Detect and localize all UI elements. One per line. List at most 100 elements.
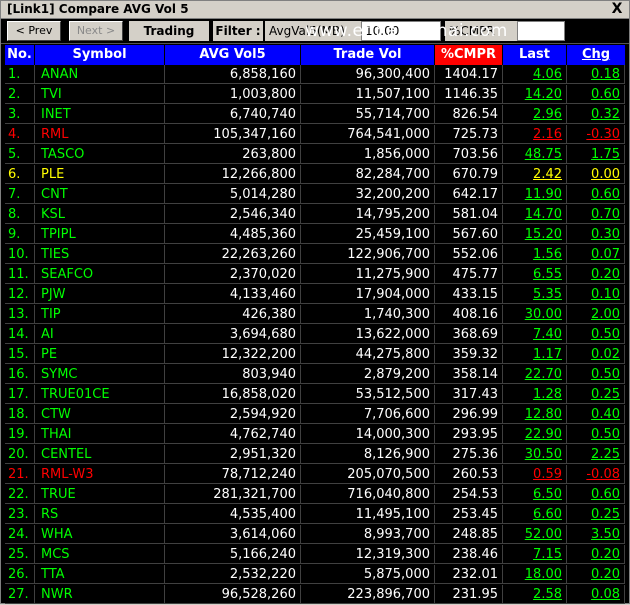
symbol-link[interactable]: KSL — [35, 205, 165, 224]
symbol-link[interactable]: SEAFCO — [35, 265, 165, 284]
table-row[interactable]: 15. PE 12,322,200 44,275,800 359.32 1.17 0.02 — [5, 345, 625, 365]
table-row[interactable]: 23. RS 4,535,400 11,495,100 253.45 6.60 0.25 — [5, 505, 625, 525]
symbol-link[interactable]: RS — [35, 505, 165, 524]
table-row[interactable]: 19. THAI 4,762,740 14,000,300 293.95 22.90 0.5… — [5, 425, 625, 445]
change-link[interactable]: 0.40 — [567, 405, 625, 424]
last-price-link[interactable]: 0.59 — [503, 465, 567, 484]
table-row[interactable]: 18. CTW 2,594,920 7,706,600 296.99 12.80 0.40 — [5, 405, 625, 425]
change-link[interactable]: 0.20 — [567, 565, 625, 584]
symbol-link[interactable]: ANAN — [35, 65, 165, 84]
change-link[interactable]: 0.60 — [567, 185, 625, 204]
symbol-link[interactable]: TVI — [35, 85, 165, 104]
change-link[interactable]: 0.70 — [567, 205, 625, 224]
symbol-link[interactable]: PE — [35, 345, 165, 364]
table-row[interactable]: 17. TRUE01CE 16,858,020 53,512,500 317.43 1.2… — [5, 385, 625, 405]
last-price-link[interactable]: 52.00 — [503, 525, 567, 544]
change-link[interactable]: 0.50 — [567, 365, 625, 384]
symbol-link[interactable]: RML — [35, 125, 165, 144]
table-row[interactable]: 4. RML 105,347,160 764,541,000 725.73 2.16 -0.… — [5, 125, 625, 145]
table-row[interactable]: 10. TIES 22,263,260 122,906,700 552.06 1.56 0.… — [5, 245, 625, 265]
table-row[interactable]: 8. KSL 2,546,340 14,795,200 581.04 14.70 0.70 — [5, 205, 625, 225]
change-link[interactable]: 0.60 — [567, 485, 625, 504]
last-price-link[interactable]: 6.50 — [503, 485, 567, 504]
table-row[interactable]: 7. CNT 5,014,280 32,200,200 642.17 11.90 0.60 — [5, 185, 625, 205]
table-row[interactable]: 21. RML-W3 78,712,240 205,070,500 260.53 0.59… — [5, 465, 625, 485]
symbol-link[interactable]: MCS — [35, 545, 165, 564]
change-link[interactable]: 2.00 — [567, 305, 625, 324]
last-price-link[interactable]: 22.90 — [503, 425, 567, 444]
last-price-link[interactable]: 1.17 — [503, 345, 567, 364]
close-icon[interactable]: X — [609, 1, 625, 17]
change-link[interactable]: 0.02 — [567, 345, 625, 364]
last-price-link[interactable]: 7.15 — [503, 545, 567, 564]
table-row[interactable]: 14. AI 3,694,680 13,622,000 368.69 7.40 0.50 — [5, 325, 625, 345]
symbol-link[interactable]: TASCO — [35, 145, 165, 164]
change-link[interactable]: 1.75 — [567, 145, 625, 164]
change-link[interactable]: 0.18 — [567, 65, 625, 84]
change-link[interactable]: 0.50 — [567, 425, 625, 444]
last-price-link[interactable]: 12.80 — [503, 405, 567, 424]
table-row[interactable]: 6. PLE 12,266,800 82,284,700 670.79 2.42 0.00 — [5, 165, 625, 185]
col-header-trade-vol[interactable]: Trade Vol — [301, 45, 434, 65]
table-row[interactable]: 22. TRUE 281,321,700 716,040,800 254.53 6.50 0… — [5, 485, 625, 505]
change-link[interactable]: 0.30 — [567, 225, 625, 244]
change-link[interactable]: 0.07 — [567, 245, 625, 264]
last-price-link[interactable]: 14.20 — [503, 85, 567, 104]
col-header-avg-vol5[interactable]: AVG Vol5 — [165, 45, 300, 65]
table-row[interactable]: 20. CENTEL 2,951,320 8,126,900 275.36 30.50 2.… — [5, 445, 625, 465]
table-row[interactable]: 25. MCS 5,166,240 12,319,300 238.46 7.15 0.20 — [5, 545, 625, 565]
last-price-link[interactable]: 11.90 — [503, 185, 567, 204]
change-link[interactable]: 0.10 — [567, 285, 625, 304]
change-link[interactable]: 0.60 — [567, 85, 625, 104]
change-link[interactable]: 0.25 — [567, 385, 625, 404]
table-row[interactable]: 1. ANAN 6,858,160 96,300,400 1404.17 4.06 0.18 — [5, 65, 625, 85]
cmpr-filter-input[interactable] — [517, 21, 565, 41]
table-row[interactable]: 24. WHA 3,614,060 8,993,700 248.85 52.00 3.50 — [5, 525, 625, 545]
trading-day-label[interactable]: Trading Day — [129, 21, 209, 58]
symbol-link[interactable]: CNT — [35, 185, 165, 204]
last-price-link[interactable]: 48.75 — [503, 145, 567, 164]
last-price-link[interactable]: 7.40 — [503, 325, 567, 344]
table-row[interactable]: 3. INET 6,740,740 55,714,700 826.54 2.96 0.32 — [5, 105, 625, 125]
col-header-cmpr[interactable]: %CMPR — [435, 45, 502, 65]
table-row[interactable]: 5. TASCO 263,800 1,856,000 703.56 48.75 1.75 — [5, 145, 625, 165]
last-price-link[interactable]: 2.42 — [503, 165, 567, 184]
symbol-link[interactable]: TIP — [35, 305, 165, 324]
next-button[interactable]: Next > — [69, 21, 123, 41]
change-link[interactable]: 0.08 — [567, 585, 625, 604]
last-price-link[interactable]: 2.16 — [503, 125, 567, 144]
symbol-link[interactable]: TTA — [35, 565, 165, 584]
last-price-link[interactable]: 15.20 — [503, 225, 567, 244]
table-row[interactable]: 2. TVI 1,003,800 11,507,100 1146.35 14.20 0.60 — [5, 85, 625, 105]
col-header-last[interactable]: Last — [503, 45, 566, 65]
col-header-chg[interactable]: Chg — [567, 45, 625, 65]
table-row[interactable]: 12. PJW 4,133,460 17,904,000 433.15 5.35 0.10 — [5, 285, 625, 305]
symbol-link[interactable]: PJW — [35, 285, 165, 304]
symbol-link[interactable]: TPIPL — [35, 225, 165, 244]
prev-button[interactable]: < Prev — [7, 21, 61, 41]
symbol-link[interactable]: TIES — [35, 245, 165, 264]
symbol-link[interactable]: WHA — [35, 525, 165, 544]
col-header-symbol[interactable]: Symbol — [35, 45, 164, 65]
table-row[interactable]: 27. NWR 96,528,260 223,896,700 231.95 2.58 0.0… — [5, 585, 625, 605]
change-link[interactable]: -0.08 — [567, 465, 625, 484]
last-price-link[interactable]: 18.00 — [503, 565, 567, 584]
last-price-link[interactable]: 6.60 — [503, 505, 567, 524]
change-link[interactable]: 0.20 — [567, 265, 625, 284]
last-price-link[interactable]: 5.35 — [503, 285, 567, 304]
symbol-link[interactable]: SYMC — [35, 365, 165, 384]
change-link[interactable]: 0.32 — [567, 105, 625, 124]
change-link[interactable]: 0.20 — [567, 545, 625, 564]
change-link[interactable]: 0.00 — [567, 165, 625, 184]
symbol-link[interactable]: RML-W3 — [35, 465, 165, 484]
last-price-link[interactable]: 14.70 — [503, 205, 567, 224]
change-link[interactable]: 0.50 — [567, 325, 625, 344]
last-price-link[interactable]: 2.58 — [503, 585, 567, 604]
last-price-link[interactable]: 1.56 — [503, 245, 567, 264]
table-row[interactable]: 13. TIP 426,380 1,740,300 408.16 30.00 2.00 — [5, 305, 625, 325]
table-row[interactable]: 16. SYMC 803,940 2,879,200 358.14 22.70 0.50 — [5, 365, 625, 385]
last-price-link[interactable]: 4.06 — [503, 65, 567, 84]
change-link[interactable]: -0.30 — [567, 125, 625, 144]
symbol-link[interactable]: NWR — [35, 585, 165, 604]
table-row[interactable]: 9. TPIPL 4,485,360 25,459,100 567.60 15.20 0.3… — [5, 225, 625, 245]
